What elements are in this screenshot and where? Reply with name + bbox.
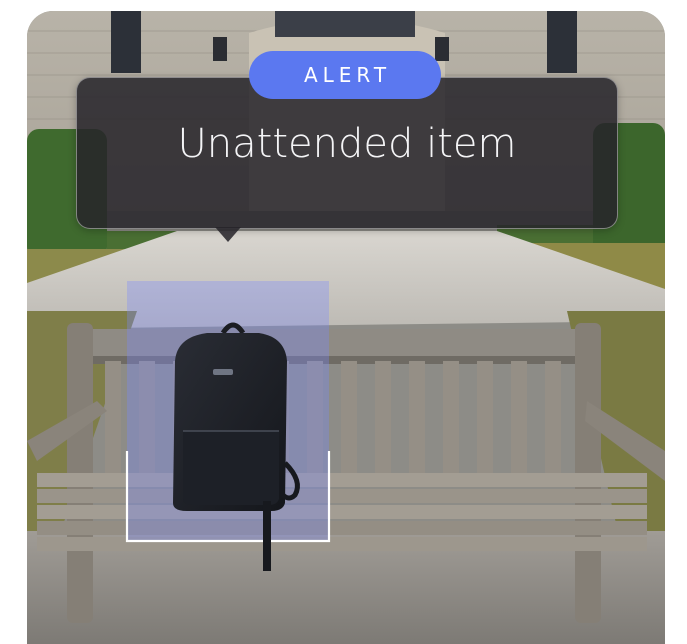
camera-view: ALERT Unattended item	[27, 11, 665, 644]
lamp-right	[435, 37, 449, 61]
alert-badge: ALERT	[249, 51, 441, 99]
alert-message: Unattended item	[177, 121, 517, 167]
lamp-left	[213, 37, 227, 61]
alert-pointer	[215, 227, 241, 242]
window-right	[547, 11, 577, 73]
window-left	[111, 11, 141, 73]
